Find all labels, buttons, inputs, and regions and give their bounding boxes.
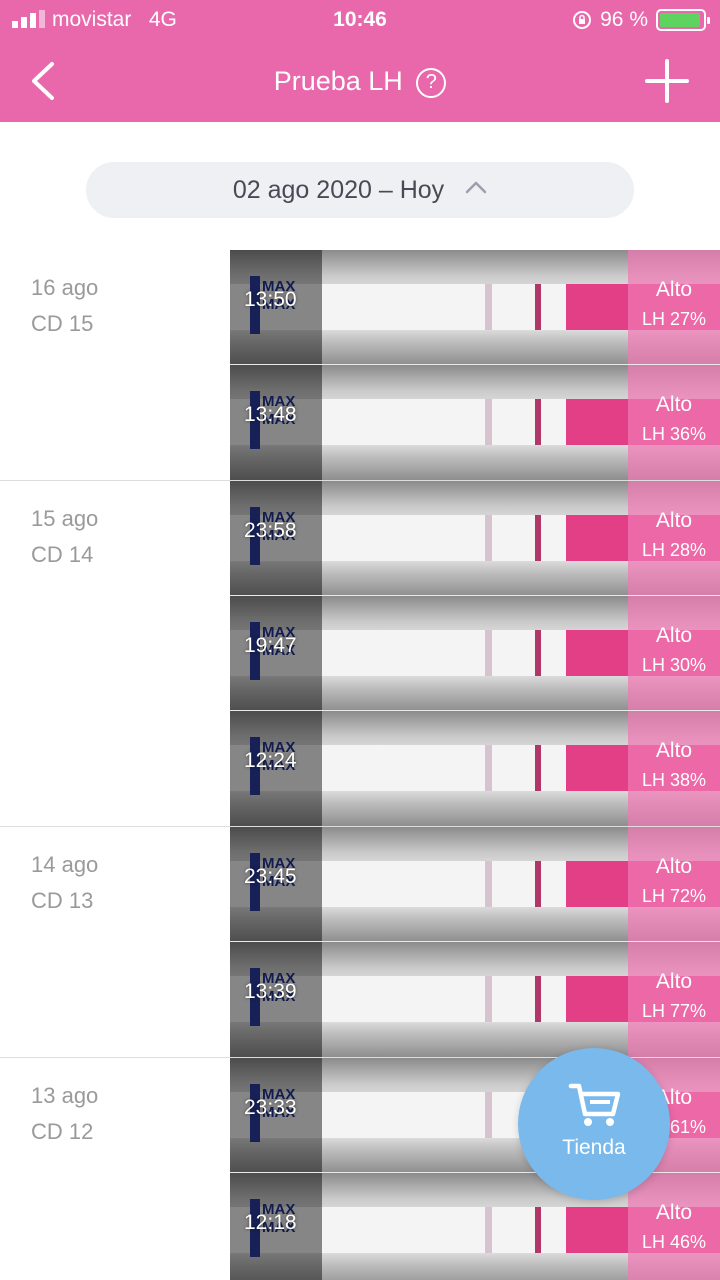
lh-level: Alto [655,624,693,647]
cycle-day: CD 14 [31,542,94,567]
day-date: 16 ago [31,275,99,300]
lh-result: Alto LH 72% [628,827,720,941]
lh-percent: LH 38% [641,770,707,790]
lh-level: Alto [655,970,693,993]
battery-icon [656,9,710,31]
day-date: 13 ago [31,1083,99,1108]
lh-result: Alto LH 28% [628,481,720,595]
page-title: Prueba LH [273,66,403,96]
lh-percent: LH 27% [641,309,707,329]
test-line [485,976,492,1022]
control-line [535,1207,541,1253]
day-date: 14 ago [31,852,99,877]
control-line [535,861,541,907]
test-time: 19:47 [244,634,297,657]
lh-percent: LH 72% [641,886,707,906]
test-time: 12:24 [244,749,297,772]
test-entry[interactable]: MAX MAX 12:24 Alto LH 38% [230,711,720,826]
test-entry[interactable]: MAX MAX 23:58 Alto LH 28% [230,481,720,596]
test-entry[interactable]: MAX MAX 13:50 Alto LH 27% [230,250,720,365]
shop-button-label: Tienda [562,1136,626,1159]
test-time: 12:18 [244,1211,297,1234]
help-icon[interactable]: ? [416,68,447,98]
control-line [535,745,541,791]
test-line [485,861,492,907]
lh-level: Alto [655,393,693,416]
lh-result: Alto LH 36% [628,365,720,480]
lh-result: Alto LH 27% [628,250,720,364]
lh-percent: LH 77% [641,1001,707,1021]
lh-percent: LH 28% [641,540,707,560]
lh-level: Alto [655,509,693,532]
test-time: 23:45 [244,865,297,888]
test-time: 13:48 [244,403,297,426]
lh-level: Alto [655,739,693,762]
test-line [485,399,492,445]
chevron-up-icon [465,181,487,194]
top-bar: movistar 4G 10:46 96 % Prueba LH ? [0,0,720,122]
date-range-label: 02 ago 2020 – Hoy [232,176,445,204]
status-bar: movistar 4G 10:46 96 % [0,0,720,40]
lh-result: Alto LH 46% [628,1173,720,1280]
lh-result: Alto LH 38% [628,711,720,826]
test-time: 13:39 [244,980,297,1003]
control-line [535,976,541,1022]
lh-level: Alto [655,855,693,878]
day-group: 15 ago CD 14 MAX MAX 23:58 Alto LH 28% MAX MAX 19… [0,481,720,827]
test-time: 23:58 [244,519,297,542]
lh-level: Alto [655,1201,693,1224]
test-line [485,1092,492,1138]
control-line [535,399,541,445]
test-line [485,1207,492,1253]
test-entry[interactable]: MAX MAX 23:45 Alto LH 72% [230,827,720,942]
lh-percent: LH 46% [641,1232,707,1252]
app-header: Prueba LH ? [0,40,720,122]
control-line [535,630,541,676]
lh-percent: LH 36% [641,424,707,444]
cycle-day: CD 15 [31,311,94,336]
test-line [485,284,492,330]
lh-percent: LH 30% [641,655,707,675]
day-group: 16 ago CD 15 MAX MAX 13:50 Alto LH 27% MAX MAX 13… [0,250,720,481]
test-line [485,630,492,676]
control-line [535,515,541,561]
test-entry[interactable]: MAX MAX 12:18 Alto LH 46% [230,1173,720,1280]
rotation-lock-icon [573,11,592,29]
day-date: 15 ago [31,506,99,531]
test-entry[interactable]: MAX MAX 13:48 Alto LH 36% [230,365,720,480]
battery-percent: 96 % [600,8,648,31]
test-entry[interactable]: MAX MAX 13:39 Alto LH 77% [230,942,720,1057]
test-entry[interactable]: MAX MAX 19:47 Alto LH 30% [230,596,720,711]
lh-result: Alto LH 77% [628,942,720,1057]
test-time: 13:50 [244,288,297,311]
day-group: 14 ago CD 13 MAX MAX 23:45 Alto LH 72% MAX MAX 13… [0,827,720,1058]
shop-button[interactable]: Tienda [518,1048,670,1200]
lh-result: Alto LH 30% [628,596,720,710]
shopping-cart-icon [568,1083,621,1126]
add-button[interactable] [644,58,690,104]
cycle-day: CD 13 [31,888,94,913]
lh-level: Alto [655,278,693,301]
cycle-day: CD 12 [31,1119,94,1144]
date-range-selector[interactable]: 02 ago 2020 – Hoy [86,162,634,218]
test-time: 23:33 [244,1096,297,1119]
control-line [535,284,541,330]
test-line [485,515,492,561]
test-line [485,745,492,791]
